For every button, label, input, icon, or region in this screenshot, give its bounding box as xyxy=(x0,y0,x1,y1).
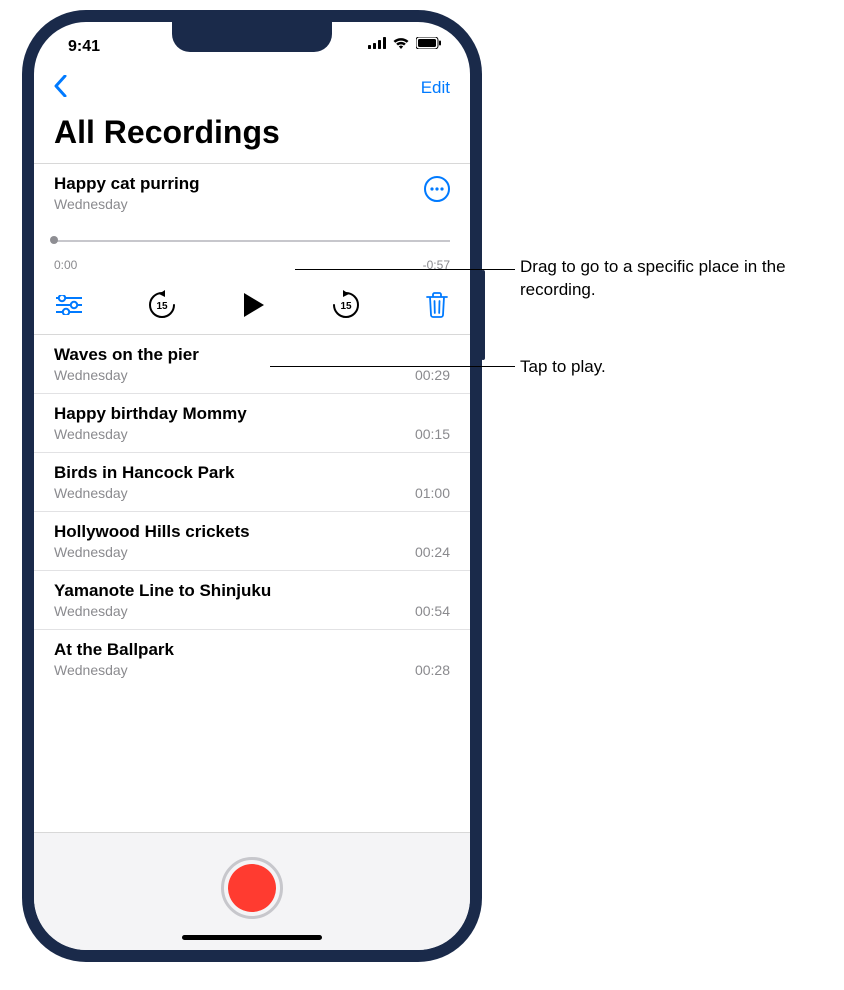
recording-item-main: At the Ballpark Wednesday xyxy=(54,640,174,678)
scrubber[interactable] xyxy=(54,234,450,248)
recording-item-title: Birds in Hancock Park xyxy=(54,463,234,483)
recording-item-subtitle: Wednesday xyxy=(54,367,199,383)
recording-item[interactable]: Waves on the pier Wednesday 00:29 xyxy=(34,335,470,394)
recording-item-duration: 00:24 xyxy=(415,544,450,560)
nav-bar: Edit xyxy=(34,68,470,108)
battery-icon xyxy=(416,36,442,54)
record-button[interactable] xyxy=(221,857,283,919)
callout-line-scrubber xyxy=(295,269,515,270)
recording-item-subtitle: Wednesday xyxy=(54,426,247,442)
recording-item-title: Yamanote Line to Shinjuku xyxy=(54,581,271,601)
sliders-icon xyxy=(56,295,82,315)
skip-forward-15-icon: 15 xyxy=(331,290,361,320)
callout-scrubber: Drag to go to a specific place in the re… xyxy=(520,256,830,302)
recording-item-main: Yamanote Line to Shinjuku Wednesday xyxy=(54,581,271,619)
phone-frame: 9:41 Edit xyxy=(22,10,482,962)
page-title: All Recordings xyxy=(34,108,470,163)
recording-list: Waves on the pier Wednesday 00:29 Happy bir… xyxy=(34,335,470,688)
play-icon xyxy=(242,291,266,319)
recording-item-duration: 00:15 xyxy=(415,426,450,442)
options-button[interactable] xyxy=(56,295,82,315)
record-icon xyxy=(228,864,276,912)
back-button[interactable] xyxy=(54,75,67,102)
recording-item-duration: 00:54 xyxy=(415,603,450,619)
recording-title: Happy cat purring xyxy=(54,174,199,194)
recording-item-main: Waves on the pier Wednesday xyxy=(54,345,199,383)
recording-item-title: Happy birthday Mommy xyxy=(54,404,247,424)
recording-item-subtitle: Wednesday xyxy=(54,603,271,619)
wifi-icon xyxy=(392,36,410,54)
skip-back-15-icon: 15 xyxy=(147,290,177,320)
recording-item-subtitle: Wednesday xyxy=(54,662,174,678)
notch xyxy=(172,22,332,52)
recording-item-duration: 01:00 xyxy=(415,485,450,501)
recording-item-main: Hollywood Hills crickets Wednesday xyxy=(54,522,250,560)
home-indicator[interactable] xyxy=(182,935,322,940)
record-bar xyxy=(34,832,470,950)
screen: 9:41 Edit xyxy=(34,22,470,950)
trash-icon xyxy=(426,292,448,318)
skip-back-button[interactable]: 15 xyxy=(147,290,177,320)
scrubber-track xyxy=(54,240,450,242)
recording-item-duration: 00:29 xyxy=(415,367,450,383)
cellular-icon xyxy=(368,36,386,54)
recording-item[interactable]: Happy birthday Mommy Wednesday 00:15 xyxy=(34,394,470,453)
playback-controls: 15 15 xyxy=(54,290,450,320)
more-button[interactable] xyxy=(424,176,450,202)
delete-button[interactable] xyxy=(426,292,448,318)
recording-item[interactable]: Birds in Hancock Park Wednesday 01:00 xyxy=(34,453,470,512)
recording-item[interactable]: Hollywood Hills crickets Wednesday 00:24 xyxy=(34,512,470,571)
recording-subtitle: Wednesday xyxy=(54,196,199,212)
recording-item-subtitle: Wednesday xyxy=(54,544,250,560)
recording-item-subtitle: Wednesday xyxy=(54,485,234,501)
scrubber-handle[interactable] xyxy=(50,236,58,244)
callout-line-play xyxy=(270,366,515,367)
recording-item-main: Happy birthday Mommy Wednesday xyxy=(54,404,247,442)
recording-item-duration: 00:28 xyxy=(415,662,450,678)
side-button xyxy=(481,270,485,360)
recording-expanded: Happy cat purring Wednesday 0:00 -0:57 xyxy=(34,163,470,335)
recording-item[interactable]: At the Ballpark Wednesday 00:28 xyxy=(34,630,470,688)
edit-button[interactable]: Edit xyxy=(421,78,450,98)
svg-text:15: 15 xyxy=(340,301,352,312)
play-button[interactable] xyxy=(242,291,266,319)
recording-item-title: Hollywood Hills crickets xyxy=(54,522,250,542)
svg-text:15: 15 xyxy=(156,301,168,312)
chevron-left-icon xyxy=(54,75,67,97)
status-indicators xyxy=(368,36,442,54)
time-elapsed: 0:00 xyxy=(54,258,77,272)
status-time: 9:41 xyxy=(68,38,100,56)
skip-forward-button[interactable]: 15 xyxy=(331,290,361,320)
callout-play: Tap to play. xyxy=(520,356,606,379)
recording-item-title: Waves on the pier xyxy=(54,345,199,365)
recording-item-main: Birds in Hancock Park Wednesday xyxy=(54,463,234,501)
recording-item-title: At the Ballpark xyxy=(54,640,174,660)
recording-item[interactable]: Yamanote Line to Shinjuku Wednesday 00:54 xyxy=(34,571,470,630)
ellipsis-icon xyxy=(430,187,444,191)
